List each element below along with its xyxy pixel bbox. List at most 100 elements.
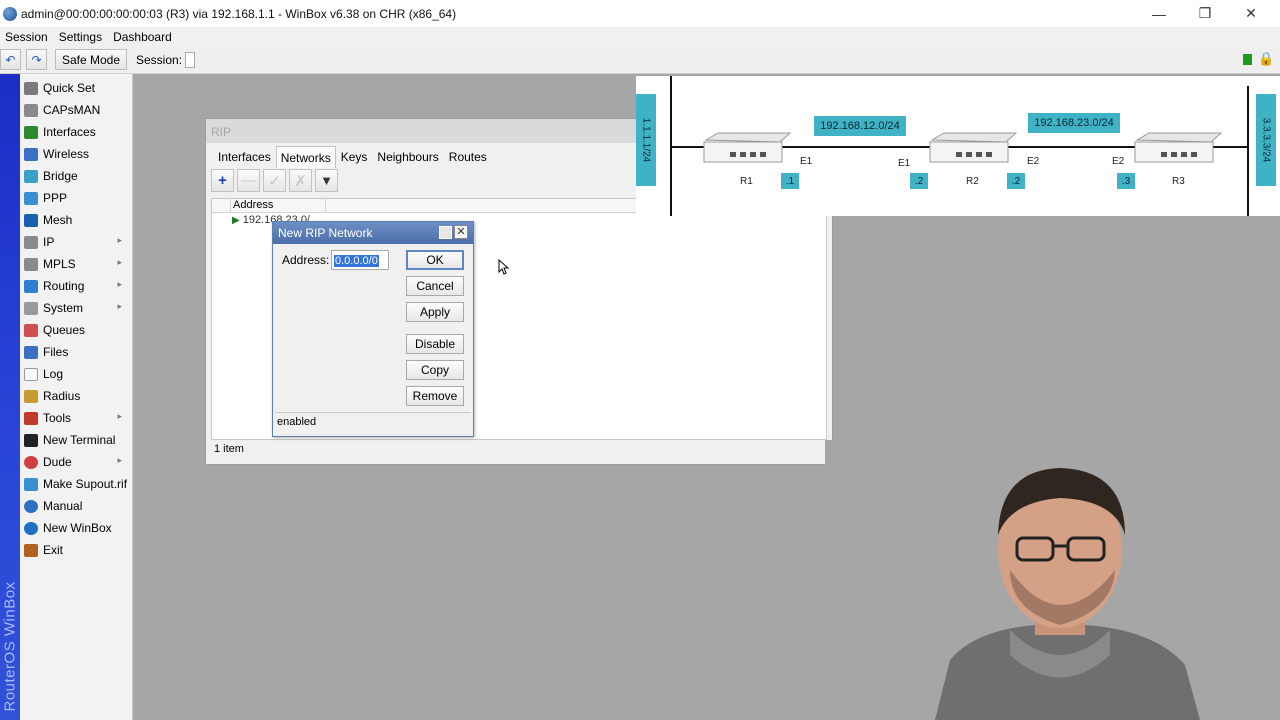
- tab-networks[interactable]: Networks: [275, 146, 336, 168]
- apply-button[interactable]: Apply: [406, 302, 464, 322]
- sidebar: Quick Set CAPsMAN Interfaces Wireless Br…: [20, 74, 133, 720]
- dude-icon: [24, 455, 38, 469]
- r1-ip-badge: .1: [781, 173, 799, 189]
- sidebar-item-bridge[interactable]: Bridge: [20, 165, 132, 187]
- winbox-app-icon: [3, 6, 17, 21]
- sidebar-item-dude[interactable]: Dude ▸: [20, 451, 132, 473]
- right-network-label: 3.3.3.3/24: [1256, 94, 1276, 186]
- sidebar-item-log[interactable]: Log: [20, 363, 132, 385]
- remove-button[interactable]: Remove: [406, 386, 464, 406]
- brand-strip: RouterOS WinBox: [0, 74, 20, 720]
- sidebar-item-label: System: [43, 301, 84, 315]
- net-23-label: 192.168.23.0/24: [1028, 113, 1120, 133]
- disable-button[interactable]: ✗: [289, 169, 312, 192]
- minimize-button[interactable]: —: [1136, 0, 1182, 27]
- files-icon: [24, 345, 38, 359]
- rip-tabs: Interfaces Networks Keys Neighbours Rout…: [213, 146, 492, 168]
- address-input[interactable]: 0.0.0.0/0: [331, 250, 389, 270]
- dialog-title: New RIP Network: [278, 226, 373, 240]
- sidebar-item-label: Exit: [43, 543, 64, 557]
- safe-mode-button[interactable]: Safe Mode: [55, 49, 127, 70]
- cancel-button[interactable]: Cancel: [406, 276, 464, 296]
- close-icon: ✕: [1245, 5, 1257, 21]
- r3-e2-label: E2: [1112, 156, 1125, 167]
- dialog-titlebar: New RIP Network ✕: [273, 222, 473, 244]
- sidebar-item-wireless[interactable]: Wireless: [20, 143, 132, 165]
- r2-ip-badge-left: .2: [910, 173, 928, 189]
- tab-keys[interactable]: Keys: [336, 146, 373, 168]
- sidebar-item-routing[interactable]: Routing ▸: [20, 275, 132, 297]
- sidebar-item-tools[interactable]: Tools ▸: [20, 407, 132, 429]
- submenu-arrow-icon: ▸: [117, 257, 122, 267]
- undo-button[interactable]: ↶: [0, 49, 21, 70]
- copy-button[interactable]: Copy: [406, 360, 464, 380]
- redo-button[interactable]: ↷: [26, 49, 47, 70]
- sidebar-item-make-supout[interactable]: Make Supout.rif: [20, 473, 132, 495]
- status-green-indicator: [1243, 54, 1252, 65]
- dialog-maximize-button[interactable]: [439, 226, 452, 239]
- sidebar-item-label: Log: [43, 367, 64, 381]
- sidebar-item-manual[interactable]: Manual: [20, 495, 132, 517]
- sidebar-item-interfaces[interactable]: Interfaces: [20, 121, 132, 143]
- sidebar-item-queues[interactable]: Queues: [20, 319, 132, 341]
- sidebar-item-system[interactable]: System ▸: [20, 297, 132, 319]
- sidebar-item-exit[interactable]: Exit: [20, 539, 132, 561]
- router-r3-icon: [1134, 132, 1223, 163]
- filter-icon: ▼: [320, 173, 333, 188]
- rip-toolbar: + — ✓ ✗ ▼: [211, 169, 341, 192]
- sidebar-item-ip[interactable]: IP ▸: [20, 231, 132, 253]
- sidebar-item-label: New WinBox: [43, 521, 112, 535]
- sidebar-item-label: CAPsMAN: [43, 103, 101, 117]
- sidebar-item-ppp[interactable]: PPP: [20, 187, 132, 209]
- sidebar-item-mesh[interactable]: Mesh: [20, 209, 132, 231]
- router-r3-label: R3: [1172, 176, 1185, 187]
- sidebar-item-new-winbox[interactable]: New WinBox: [20, 517, 132, 539]
- redo-icon: ↷: [31, 52, 42, 67]
- check-icon: ✓: [268, 172, 281, 190]
- session-label: Session:: [136, 52, 183, 67]
- submenu-arrow-icon: ▸: [117, 411, 122, 421]
- close-button[interactable]: ✕: [1228, 0, 1274, 27]
- tab-routes[interactable]: Routes: [444, 146, 492, 168]
- add-button[interactable]: +: [211, 169, 234, 192]
- sidebar-item-label: Quick Set: [43, 81, 96, 95]
- tab-interfaces[interactable]: Interfaces: [213, 146, 276, 168]
- sidebar-item-new-terminal[interactable]: New Terminal: [20, 429, 132, 451]
- sidebar-item-label: Queues: [43, 323, 86, 337]
- menu-settings[interactable]: Settings: [54, 30, 108, 44]
- disable-button[interactable]: Disable: [406, 334, 464, 354]
- sidebar-item-label: Radius: [43, 389, 81, 403]
- sidebar-item-radius[interactable]: Radius: [20, 385, 132, 407]
- column-address[interactable]: Address: [230, 199, 326, 213]
- dialog-close-button[interactable]: ✕: [454, 225, 468, 239]
- menu-dashboard[interactable]: Dashboard: [108, 30, 178, 44]
- sidebar-item-mpls[interactable]: MPLS ▸: [20, 253, 132, 275]
- undo-icon: ↶: [5, 52, 16, 67]
- restore-button[interactable]: ❐: [1182, 0, 1228, 27]
- filter-button[interactable]: ▼: [315, 169, 338, 192]
- sidebar-item-capsman[interactable]: CAPsMAN: [20, 99, 132, 121]
- presenter-webcam: [825, 440, 1280, 720]
- interfaces-icon: [24, 125, 38, 139]
- sidebar-item-label: MPLS: [43, 257, 76, 271]
- radius-icon: [24, 389, 38, 403]
- ok-button[interactable]: OK: [406, 250, 464, 270]
- r2-ip-badge-right: .2: [1007, 173, 1025, 189]
- enable-button[interactable]: ✓: [263, 169, 286, 192]
- session-field[interactable]: [185, 51, 196, 68]
- remove-button[interactable]: —: [237, 169, 260, 192]
- sidebar-item-files[interactable]: Files: [20, 341, 132, 363]
- menu-session[interactable]: Session: [0, 30, 54, 44]
- sidebar-item-label: Tools: [43, 411, 72, 425]
- sidebar-item-label: Mesh: [43, 213, 73, 227]
- sidebar-item-label: Dude: [43, 455, 72, 469]
- sidebar-item-label: IP: [43, 235, 55, 249]
- minus-icon: —: [241, 172, 256, 189]
- tools-icon: [24, 411, 38, 425]
- main-toolbar: ↶ ↷ Safe Mode Session: 🔒: [0, 46, 1280, 74]
- sidebar-item-quick-set[interactable]: Quick Set: [20, 77, 132, 99]
- tab-neighbours[interactable]: Neighbours: [372, 146, 443, 168]
- close-icon: ✕: [456, 226, 466, 238]
- r2-e1-label: E1: [898, 158, 911, 169]
- sidebar-item-label: Interfaces: [43, 125, 96, 139]
